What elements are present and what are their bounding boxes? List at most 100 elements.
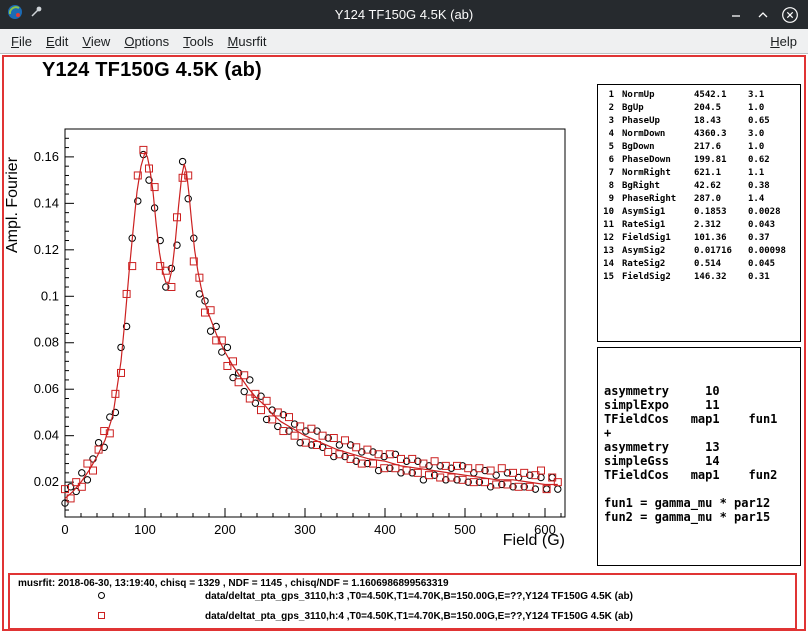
pin-icon[interactable] (29, 5, 43, 24)
param-idx: 11 (598, 219, 614, 232)
param-idx: 15 (598, 271, 614, 284)
param-row: 2 BgUp204.51.0 (598, 102, 800, 115)
menu-item-musrfit[interactable]: Musrfit (221, 31, 274, 52)
window-title: Y124 TF150G 4.5K (ab) (0, 7, 808, 22)
x-axis-title: Field (G) (503, 532, 565, 549)
minimize-button[interactable] (727, 6, 745, 24)
menu-item-edit[interactable]: Edit (39, 31, 75, 52)
param-val: 204.5 (694, 102, 748, 115)
svg-text:0.16: 0.16 (34, 149, 59, 164)
param-idx: 14 (598, 258, 614, 271)
svg-text:0.02: 0.02 (34, 474, 59, 489)
param-err: 1.0 (748, 102, 764, 115)
param-err: 0.31 (748, 271, 770, 284)
param-val: 287.0 (694, 193, 748, 206)
menu-item-options[interactable]: Options (117, 31, 176, 52)
param-name: PhaseUp (622, 115, 694, 128)
theory-line: asymmetry 10 (604, 384, 800, 398)
param-err: 1.4 (748, 193, 764, 206)
legend-label: data/deltat_pta_gps_3110,h:4 ,T0=4.50K,T… (205, 611, 633, 622)
param-err: 0.62 (748, 154, 770, 167)
svg-text:500: 500 (454, 522, 476, 537)
param-idx: 1 (598, 89, 614, 102)
close-circle-icon (781, 6, 799, 24)
param-val: 4542.1 (694, 89, 748, 102)
param-row: 3 PhaseUp18.430.65 (598, 115, 800, 128)
param-name: BgUp (622, 102, 694, 115)
titlebar-controls (727, 6, 808, 24)
param-row: 15FieldSig2146.320.31 (598, 271, 800, 284)
param-row: 6PhaseDown199.810.62 (598, 154, 800, 167)
legend-pad[interactable]: musrfit: 2018-06-30, 13:19:40, chisq = 1… (8, 573, 797, 630)
svg-text:400: 400 (374, 522, 396, 537)
theory-line: + (604, 426, 800, 440)
titlebar-left (0, 4, 43, 25)
minimize-icon (727, 6, 745, 24)
legend-row: data/deltat_pta_gps_3110,h:3 ,T0=4.50K,T… (10, 591, 795, 605)
legend-label: data/deltat_pta_gps_3110,h:3 ,T0=4.50K,T… (205, 591, 633, 602)
param-idx: 13 (598, 245, 614, 258)
param-idx: 12 (598, 232, 614, 245)
param-val: 0.1853 (694, 206, 748, 219)
param-val: 146.32 (694, 271, 748, 284)
root-canvas[interactable]: Y124 TF150G 4.5K (ab) 010020030040050060… (0, 54, 808, 633)
plot-svg[interactable]: 01002003004005006000.020.040.060.080.10.… (0, 87, 600, 565)
menu-item-view[interactable]: View (75, 31, 117, 52)
param-name: FieldSig1 (622, 232, 694, 245)
param-row: 4NormDown4360.33.0 (598, 128, 800, 141)
app-icon (7, 4, 23, 25)
param-name: BgDown (622, 141, 694, 154)
pad-title: Y124 TF150G 4.5K (ab) (42, 59, 262, 82)
param-stat-box[interactable]: 1NormUp4542.13.12BgUp204.51.03PhaseUp18.… (597, 84, 801, 342)
theory-box[interactable]: asymmetry 10simplExpo 11TFieldCos map1 f… (597, 347, 801, 566)
param-box-rows: 1NormUp4542.13.12BgUp204.51.03PhaseUp18.… (598, 89, 800, 284)
param-row: 12FieldSig1101.360.37 (598, 232, 800, 245)
param-err: 0.00098 (748, 245, 786, 258)
titlebar[interactable]: Y124 TF150G 4.5K (ab) (0, 0, 808, 29)
param-name: PhaseDown (622, 154, 694, 167)
param-name: NormDown (622, 128, 694, 141)
param-idx: 8 (598, 180, 614, 193)
series-circle (62, 151, 561, 506)
theory-line: fun2 = gamma_mu * par15 (604, 510, 800, 524)
menubar: FileEditViewOptionsToolsMusrfit Help (0, 29, 808, 54)
theory-line (604, 482, 800, 496)
param-err: 0.045 (748, 258, 775, 271)
theory-line: simpleGss 14 (604, 454, 800, 468)
param-idx: 6 (598, 154, 614, 167)
param-idx: 2 (598, 102, 614, 115)
param-name: RateSig2 (622, 258, 694, 271)
svg-text:0: 0 (61, 522, 68, 537)
param-row: 8BgRight42.620.38 (598, 180, 800, 193)
param-err: 1.0 (748, 141, 764, 154)
menu-item-tools[interactable]: Tools (176, 31, 220, 52)
theory-line: fun1 = gamma_mu * par12 (604, 496, 800, 510)
menu-item-help[interactable]: Help (763, 31, 804, 52)
param-val: 0.514 (694, 258, 748, 271)
theory-line: simplExpo 11 (604, 398, 800, 412)
svg-text:100: 100 (134, 522, 156, 537)
param-row: 10AsymSig10.18530.0028 (598, 206, 800, 219)
svg-text:0.04: 0.04 (34, 428, 59, 443)
legend-row: data/deltat_pta_gps_3110,h:4 ,T0=4.50K,T… (10, 611, 795, 625)
param-idx: 9 (598, 193, 614, 206)
theory-line: TFieldCos map1 fun1 (604, 412, 800, 426)
svg-text:0.08: 0.08 (34, 335, 59, 350)
param-row: 11RateSig12.3120.043 (598, 219, 800, 232)
y-axis-title: Ampl. Fourier (4, 156, 21, 253)
svg-text:0.06: 0.06 (34, 381, 59, 396)
param-name: AsymSig1 (622, 206, 694, 219)
legend-marker-square (98, 612, 105, 619)
menu-item-file[interactable]: File (4, 31, 39, 52)
close-button[interactable] (781, 6, 799, 24)
svg-text:200: 200 (214, 522, 236, 537)
param-idx: 3 (598, 115, 614, 128)
param-err: 0.65 (748, 115, 770, 128)
param-val: 18.43 (694, 115, 748, 128)
svg-text:0.1: 0.1 (41, 288, 59, 303)
param-val: 2.312 (694, 219, 748, 232)
param-idx: 5 (598, 141, 614, 154)
maximize-button[interactable] (754, 6, 772, 24)
param-idx: 4 (598, 128, 614, 141)
param-val: 4360.3 (694, 128, 748, 141)
